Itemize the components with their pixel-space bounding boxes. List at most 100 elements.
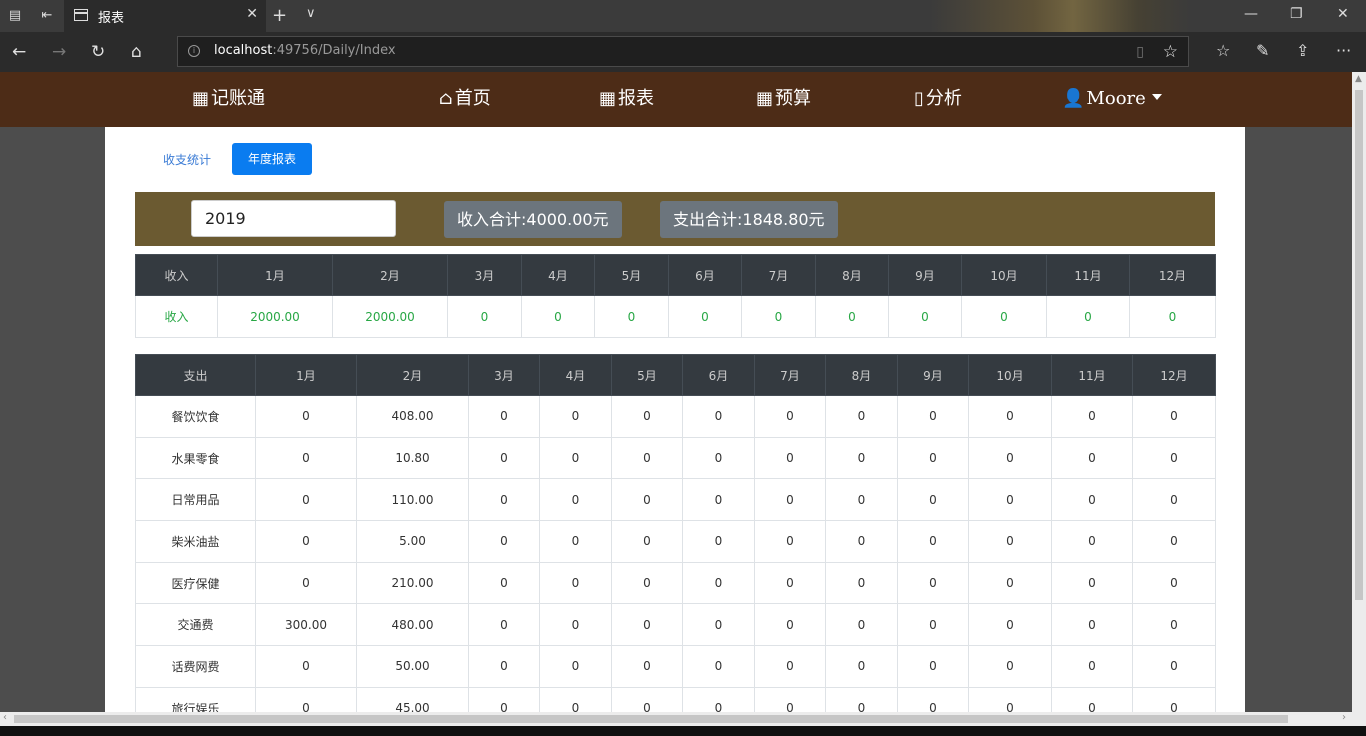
income-value-cell: 0: [594, 295, 669, 338]
expense-value-cell: 0: [1051, 478, 1133, 522]
expense-value-cell: 110.00: [356, 478, 469, 522]
scroll-up-icon[interactable]: ▲: [1355, 74, 1362, 84]
expense-value-cell: 0: [968, 520, 1052, 563]
year-input[interactable]: 2019: [191, 200, 396, 237]
back-arrow-icon[interactable]: ←: [12, 42, 26, 62]
expense-value-cell: 0: [468, 436, 540, 480]
more-icon[interactable]: ···: [1336, 41, 1351, 60]
new-tab-icon[interactable]: +: [272, 5, 287, 26]
expense-header-cell: 7月: [754, 354, 826, 396]
income-category-cell: 收入: [135, 295, 218, 338]
income-value-cell: 0: [1129, 295, 1216, 338]
set-aside-tabs-icon[interactable]: ⇤: [38, 7, 56, 25]
expense-value-cell: 0: [968, 395, 1052, 438]
expense-value-cell: 0: [754, 436, 826, 480]
brand-link[interactable]: ▦ 记账通: [192, 88, 265, 110]
expense-value-cell: 0: [897, 436, 969, 480]
browser-tab-active[interactable]: 报表 ✕: [64, 0, 266, 32]
share-icon[interactable]: ⇪: [1296, 41, 1309, 60]
income-value-cell: 0: [447, 295, 522, 338]
favorites-icon[interactable]: ☆: [1216, 41, 1230, 60]
income-value-cell: 0: [815, 295, 889, 338]
expense-value-cell: 0: [611, 645, 683, 688]
expense-category-cell: 旅行娱乐: [135, 686, 256, 712]
expense-value-cell: 0: [611, 686, 683, 712]
horizontal-scroll-thumb[interactable]: [14, 715, 1288, 723]
minimize-icon[interactable]: —: [1244, 6, 1258, 22]
income-header-cell: 2月: [332, 254, 448, 296]
income-header-cell: 1月: [217, 254, 333, 296]
chart-icon: ▯: [914, 88, 924, 109]
expense-value-cell: 45.00: [356, 686, 469, 712]
expense-header-cell: 12月: [1132, 354, 1216, 396]
tab-title: 报表: [98, 11, 125, 26]
scroll-right-icon[interactable]: ›: [1342, 712, 1346, 723]
main-container: 收支统计 年度报表 2019 收入合计:4000.00元 支出合计:1848.8…: [105, 127, 1245, 712]
income-header-cell: 3月: [447, 254, 522, 296]
expense-value-cell: 0: [468, 686, 540, 712]
nav-home[interactable]: ⌂ 首页: [439, 88, 491, 110]
tab-income-expense-stats[interactable]: 收支统计: [163, 151, 211, 168]
vertical-scrollbar[interactable]: ▲: [1352, 72, 1366, 712]
expense-value-cell: 0: [968, 478, 1052, 522]
expense-value-cell: 0: [754, 561, 826, 605]
income-header-cell: 8月: [815, 254, 889, 296]
user-menu[interactable]: 👤 Moore: [1062, 88, 1162, 110]
expense-value-cell: 0: [754, 645, 826, 688]
nav-analysis[interactable]: ▯ 分析: [914, 88, 962, 110]
scroll-left-icon[interactable]: ‹: [3, 712, 7, 723]
page-icon: [74, 9, 88, 21]
expense-value-cell: 0: [1132, 603, 1216, 647]
reading-view-icon[interactable]: ▯: [1136, 44, 1144, 60]
expense-category-cell: 日常用品: [135, 478, 256, 522]
expense-value-cell: 0: [682, 395, 755, 438]
forward-arrow-icon[interactable]: →: [52, 42, 66, 62]
site-info-icon[interactable]: i: [188, 45, 200, 57]
refresh-icon[interactable]: ↻: [91, 42, 105, 62]
expense-table: 支出 1月 2月 3月 4月 5月 6月 7月 8月 9月 10月 11月 12月 餐饮饮食 0 408.0…: [135, 354, 1216, 712]
table-row: 旅行娱乐 0 45.00 0 0 0 0 0 0 0 0 0 0: [135, 686, 1216, 712]
expense-header-cell: 6月: [682, 354, 755, 396]
address-bar[interactable]: i localhost:49756/Daily/Index ▯ ☆: [177, 36, 1189, 67]
expense-value-cell: 0: [754, 395, 826, 438]
home-icon[interactable]: ⌂: [131, 42, 142, 62]
expense-value-cell: 0: [468, 645, 540, 688]
expense-value-cell: 0: [682, 561, 755, 605]
expense-value-cell: 0: [682, 645, 755, 688]
address-toolbar: ← → ↻ ⌂ i localhost:49756/Daily/Index ▯ …: [0, 32, 1366, 72]
expense-value-cell: 210.00: [356, 561, 469, 605]
tab-actions-icon[interactable]: ▤: [6, 7, 24, 25]
tab-annual-report[interactable]: 年度报表: [232, 143, 312, 175]
expense-value-cell: 0: [1051, 686, 1133, 712]
expense-value-cell: 0: [754, 520, 826, 563]
restore-icon[interactable]: ❐: [1290, 6, 1303, 22]
nav-budget[interactable]: ▦ 预算: [756, 88, 811, 110]
expense-value-cell: 0: [255, 645, 357, 688]
expense-value-cell: 50.00: [356, 645, 469, 688]
close-window-icon[interactable]: ✕: [1337, 6, 1349, 22]
expense-header-cell: 3月: [468, 354, 540, 396]
page-viewport: 收支统计 年度报表 2019 收入合计:4000.00元 支出合计:1848.8…: [0, 127, 1352, 712]
expense-value-cell: 0: [897, 561, 969, 605]
expense-value-cell: 0: [682, 436, 755, 480]
income-header-cell: 10月: [961, 254, 1047, 296]
notes-pen-icon[interactable]: ✎: [1256, 41, 1269, 60]
tab-preview-chevron-icon[interactable]: ∨: [306, 6, 316, 21]
income-value-cell: 0: [1046, 295, 1130, 338]
expense-value-cell: 0: [611, 478, 683, 522]
close-tab-icon[interactable]: ✕: [246, 6, 258, 22]
expense-value-cell: 0: [539, 478, 612, 522]
expense-value-cell: 0: [1051, 520, 1133, 563]
vertical-scroll-thumb[interactable]: [1355, 90, 1363, 600]
horizontal-scrollbar[interactable]: ‹ ›: [0, 712, 1366, 726]
url-text[interactable]: localhost:49756/Daily/Index: [214, 43, 396, 58]
expense-value-cell: 0: [897, 478, 969, 522]
income-header-row: 收入 1月 2月 3月 4月 5月 6月 7月 8月 9月 10月 11月 12月: [135, 254, 1216, 296]
nav-report[interactable]: ▦ 报表: [599, 88, 654, 110]
favorite-star-icon[interactable]: ☆: [1163, 42, 1178, 62]
calendar-icon: ▦: [192, 88, 210, 109]
site-navbar: ▦ 记账通 ⌂ 首页 ▦ 报表 ▦ 预算 ▯ 分析 👤 Moore: [0, 72, 1352, 127]
expense-value-cell: 0: [1051, 561, 1133, 605]
expense-header-cell: 2月: [356, 354, 469, 396]
user-icon: 👤: [1062, 88, 1085, 109]
